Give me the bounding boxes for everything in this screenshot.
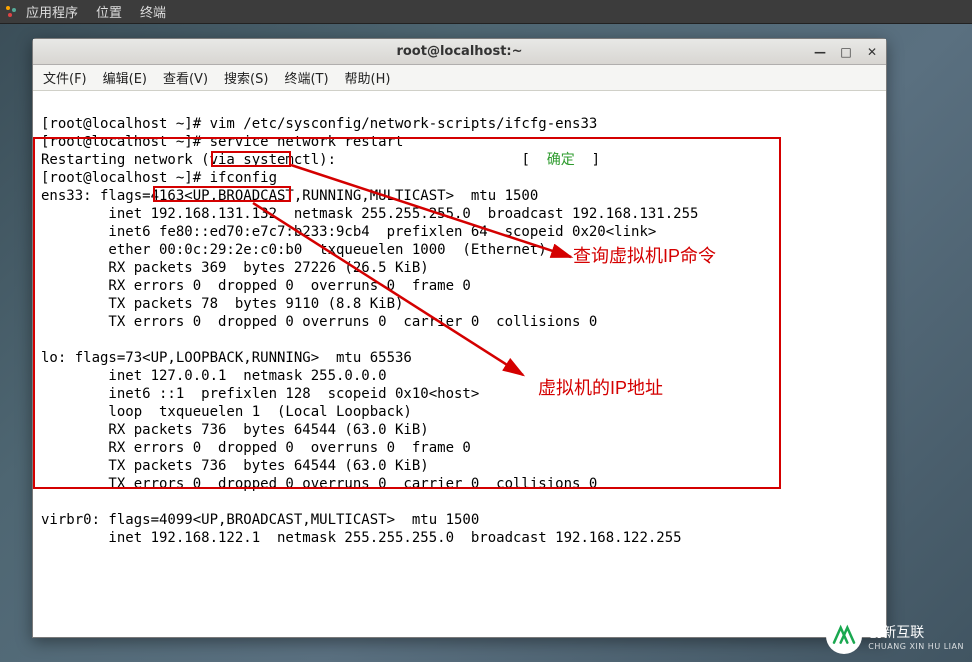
window-titlebar[interactable]: root@localhost:~ — □ ✕: [33, 39, 886, 65]
maximize-button[interactable]: □: [836, 42, 856, 62]
menu-places[interactable]: 位置: [96, 2, 122, 21]
menu-view[interactable]: 查看(V): [163, 68, 208, 87]
menu-edit[interactable]: 编辑(E): [103, 68, 147, 87]
highlight-box-ip: [153, 186, 291, 202]
desktop-top-panel: 应用程序 位置 终端: [0, 0, 972, 24]
terminal-output[interactable]: [root@localhost ~]# vim /etc/sysconfig/n…: [33, 91, 886, 637]
watermark: 创新互联 CHUANG XIN HU LIAN: [826, 618, 964, 654]
watermark-logo: [826, 618, 862, 654]
terminal-window: root@localhost:~ — □ ✕ 文件(F) 编辑(E) 查看(V)…: [32, 38, 887, 638]
activities-icon: [4, 4, 20, 20]
highlight-box-command: [211, 151, 291, 167]
menu-terminal[interactable]: 终端: [140, 2, 166, 21]
term-line: virbr0: flags=4099<UP,BROADCAST,MULTICAS…: [41, 512, 479, 528]
annotation-command: 查询虚拟机IP命令: [573, 247, 716, 265]
minimize-button[interactable]: —: [810, 42, 830, 62]
menu-search[interactable]: 搜索(S): [224, 68, 268, 87]
menu-applications[interactable]: 应用程序: [26, 2, 78, 21]
annotation-ip: 虚拟机的IP地址: [538, 379, 663, 397]
terminal-menubar: 文件(F) 编辑(E) 查看(V) 搜索(S) 终端(T) 帮助(H): [33, 65, 886, 91]
menu-terminal[interactable]: 终端(T): [284, 68, 328, 87]
arrow-ip: [253, 203, 533, 383]
menu-help[interactable]: 帮助(H): [345, 68, 391, 87]
watermark-text: 创新互联 CHUANG XIN HU LIAN: [868, 622, 964, 651]
window-title: root@localhost:~: [396, 44, 522, 59]
close-button[interactable]: ✕: [862, 42, 882, 62]
menu-file[interactable]: 文件(F): [43, 68, 87, 87]
term-line: inet 192.168.122.1 netmask 255.255.255.0…: [41, 530, 682, 546]
term-line: [root@localhost ~]# vim /etc/sysconfig/n…: [41, 116, 597, 132]
